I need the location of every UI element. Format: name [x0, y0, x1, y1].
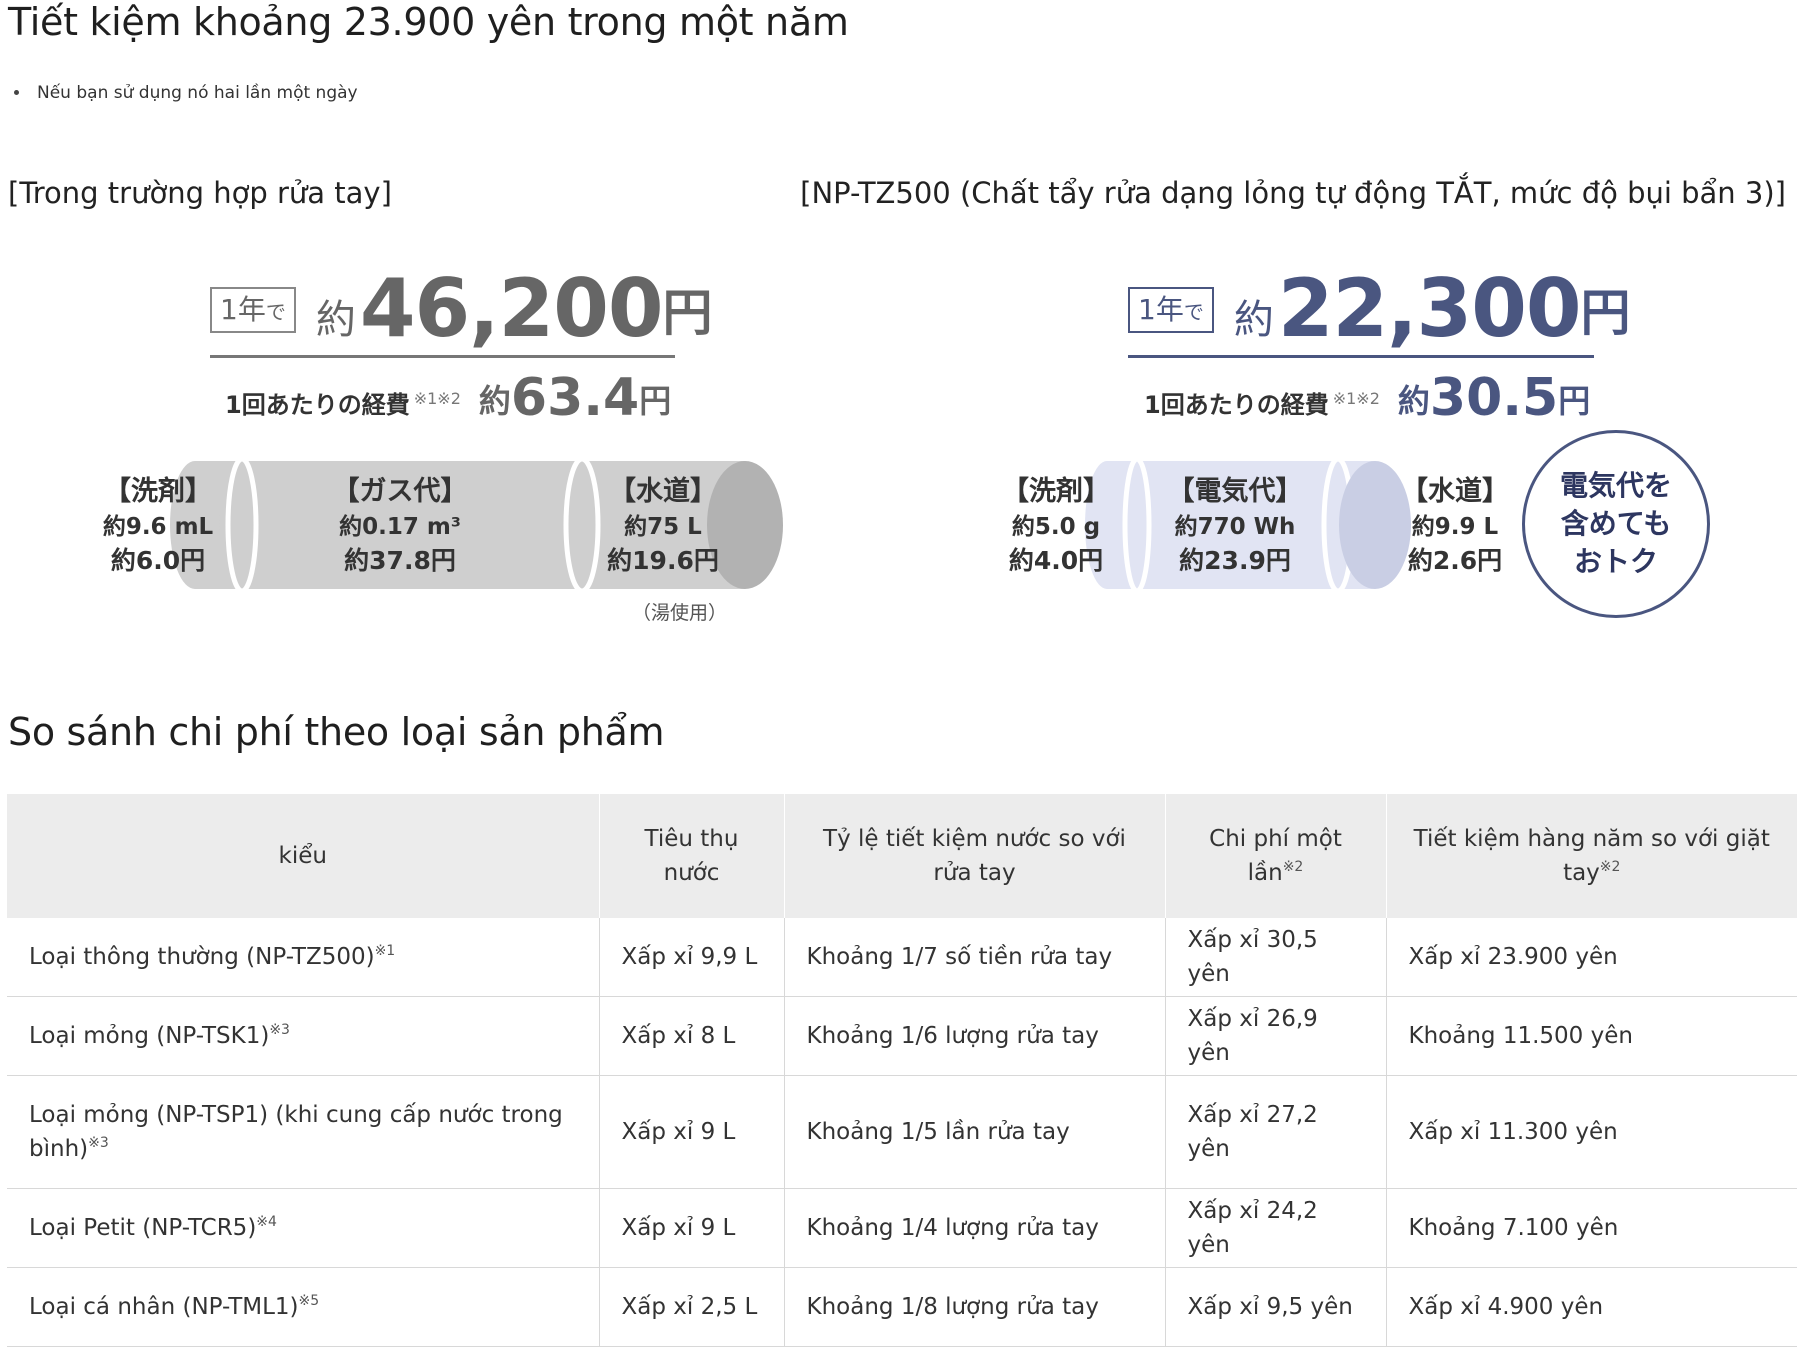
cell-type: Loại cá nhân (NP-TML1)※5 [7, 1267, 600, 1347]
per-year-box: 1年で [210, 287, 296, 333]
per-use-value: 30.5 [1429, 368, 1559, 428]
header-ratio: Tỷ lệ tiết kiệm nước so với rửa tay [784, 794, 1166, 918]
header-cost: Chi phí một lần※2 [1165, 794, 1387, 918]
table-row: Loại Petit (NP-TCR5)※4 Xấp xỉ 9 L Khoảng… [7, 1188, 1797, 1268]
segment-amount: 約5.0 g [1011, 514, 1101, 540]
gas-segment: 【ガス代】 約0.17 m³ 約37.8円 [310, 474, 490, 578]
annual-cost-value: 46,200 [359, 262, 664, 355]
per-use-note: ※1※2 [413, 389, 461, 408]
detergent-segment: 【洗剤】 約9.6 mL 約6.0円 [88, 474, 228, 578]
cell-savings: Xấp xỉ 11.300 yên [1386, 1075, 1797, 1189]
dishwasher-annual-cost: 1年で 約 22,300 円 [1128, 250, 1631, 358]
cell-cost: Xấp xỉ 24,2 yên [1165, 1188, 1387, 1268]
per-use-value: 63.4 [510, 368, 640, 428]
segment-heading: 【水道】 [1401, 476, 1509, 507]
dishwasher-per-use-cost: 1回あたりの経費 ※1※2 約 30.5 円 [1144, 370, 1590, 426]
per-year-box: 1年で [1128, 287, 1214, 333]
segment-cost: 約2.6円 [1407, 546, 1503, 575]
segment-heading: 【ガス代】 [332, 476, 468, 507]
segment-amount: 約9.9 L [1411, 514, 1499, 540]
per-year-suffix: で [1183, 300, 1204, 324]
badge-line: 含めても [1560, 507, 1672, 540]
segment-amount: 約9.6 mL [102, 514, 214, 540]
detergent-segment: 【洗剤】 約5.0 g 約4.0円 [996, 474, 1116, 578]
yen-unit: 円 [1580, 284, 1631, 342]
page-title: Tiết kiệm khoảng 23.900 yên trong một nă… [8, 0, 849, 44]
segment-heading: 【電気代】 [1167, 476, 1303, 507]
hot-water-note: （湯使用） [632, 602, 728, 624]
dishwasher-title: [NP-TZ500 (Chất tẩy rửa dạng lỏng tự độn… [800, 176, 1786, 210]
water-segment: 【水道】 約75 L 約19.6円 [588, 474, 738, 578]
cell-water: Xấp xỉ 9 L [599, 1075, 785, 1189]
segment-amount: 約75 L [624, 514, 702, 540]
badge-line: 電気代を [1559, 469, 1672, 502]
segment-heading: 【洗剤】 [104, 476, 212, 507]
segment-cost: 約37.8円 [344, 546, 456, 575]
segment-cost: 約19.6円 [607, 546, 719, 575]
table-row: Loại thông thường (NP-TZ500)※1 Xấp xỉ 9,… [7, 918, 1797, 997]
cell-type: Loại thông thường (NP-TZ500)※1 [7, 918, 600, 997]
hand-wash-annual-cost: 1年で 約 46,200 円 [210, 250, 713, 358]
per-use-label: 1回あたりの経費 [225, 391, 410, 419]
table-row: Loại cá nhân (NP-TML1)※5 Xấp xỉ 2,5 L Kh… [7, 1267, 1797, 1347]
cell-ratio: Khoảng 1/6 lượng rửa tay [784, 996, 1166, 1076]
yen-unit: 円 [662, 284, 713, 342]
cell-cost: Xấp xỉ 27,2 yên [1165, 1075, 1387, 1189]
per-year-label: 1年 [1138, 293, 1184, 326]
cell-ratio: Khoảng 1/4 lượng rửa tay [784, 1188, 1166, 1268]
cell-type: Loại mỏng (NP-TSK1)※3 [7, 996, 600, 1076]
cell-savings: Xấp xỉ 4.900 yên [1386, 1267, 1797, 1347]
segment-amount: 約0.17 m³ [339, 514, 461, 540]
per-use-note: ※1※2 [1332, 389, 1380, 408]
yen-unit: 円 [1558, 382, 1591, 420]
cell-water: Xấp xỉ 2,5 L [599, 1267, 785, 1347]
segment-heading: 【洗剤】 [1002, 476, 1110, 507]
usage-note: Nếu bạn sử dụng nó hai lần một ngày [14, 83, 358, 103]
bullet-dot [14, 89, 19, 95]
segment-cost: 約4.0円 [1008, 546, 1104, 575]
cell-cost: Xấp xỉ 30,5 yên [1165, 918, 1387, 997]
comparison-table: kiểu Tiêu thụ nước Tỷ lệ tiết kiệm nước … [7, 794, 1797, 1347]
segment-heading: 【水道】 [609, 476, 717, 507]
hand-wash-per-use-cost: 1回あたりの経費 ※1※2 約 63.4 円 [225, 370, 671, 426]
cell-savings: Khoảng 11.500 yên [1386, 996, 1797, 1076]
hand-wash-title: [Trong trường hợp rửa tay] [8, 176, 392, 210]
approx-label: 約 [1233, 297, 1274, 343]
cell-cost: Xấp xỉ 26,9 yên [1165, 996, 1387, 1076]
cell-cost: Xấp xỉ 9,5 yên [1165, 1267, 1387, 1347]
per-use-label: 1回あたりの経費 [1144, 391, 1329, 419]
per-year-label: 1年 [220, 293, 266, 326]
cell-ratio: Khoảng 1/7 số tiền rửa tay [784, 918, 1166, 997]
approx-label: 約 [478, 382, 511, 420]
table-header-row: kiểu Tiêu thụ nước Tỷ lệ tiết kiệm nước … [7, 794, 1797, 918]
cell-savings: Khoảng 7.100 yên [1386, 1188, 1797, 1268]
segment-cost: 約23.9円 [1179, 546, 1291, 575]
header-type: kiểu [7, 794, 600, 918]
usage-note-text: Nếu bạn sử dụng nó hai lần một ngày [37, 83, 358, 103]
cell-ratio: Khoảng 1/5 lần rửa tay [784, 1075, 1166, 1189]
annual-cost-value: 22,300 [1277, 262, 1582, 355]
cell-ratio: Khoảng 1/8 lượng rửa tay [784, 1267, 1166, 1347]
table-row: Loại mỏng (NP-TSK1)※3 Xấp xỉ 8 L Khoảng … [7, 996, 1797, 1076]
cell-water: Xấp xỉ 9,9 L [599, 918, 785, 997]
cell-type: Loại Petit (NP-TCR5)※4 [7, 1188, 600, 1268]
electricity-segment: 【電気代】 約770 Wh 約23.9円 [1150, 474, 1320, 578]
cell-savings: Xấp xỉ 23.900 yên [1386, 918, 1797, 997]
approx-label: 約 [315, 297, 356, 343]
water-segment: 【水道】 約9.9 L 約2.6円 [1400, 474, 1510, 578]
badge-line: おトク [1573, 545, 1658, 578]
header-savings: Tiết kiệm hàng năm so với giặt tay※2 [1386, 794, 1797, 918]
segment-cost: 約6.0円 [110, 546, 206, 575]
table-row: Loại mỏng (NP-TSP1) (khi cung cấp nước t… [7, 1075, 1797, 1189]
per-year-suffix: で [265, 300, 286, 324]
approx-label: 約 [1397, 382, 1430, 420]
yen-unit: 円 [639, 382, 672, 420]
savings-badge: 電気代を 含めても おトク [1522, 430, 1710, 618]
cell-type: Loại mỏng (NP-TSP1) (khi cung cấp nước t… [7, 1075, 600, 1189]
header-water: Tiêu thụ nước [599, 794, 785, 918]
cell-water: Xấp xỉ 8 L [599, 996, 785, 1076]
comparison-title: So sánh chi phí theo loại sản phẩm [8, 710, 665, 754]
cell-water: Xấp xỉ 9 L [599, 1188, 785, 1268]
segment-amount: 約770 Wh [1174, 514, 1296, 540]
